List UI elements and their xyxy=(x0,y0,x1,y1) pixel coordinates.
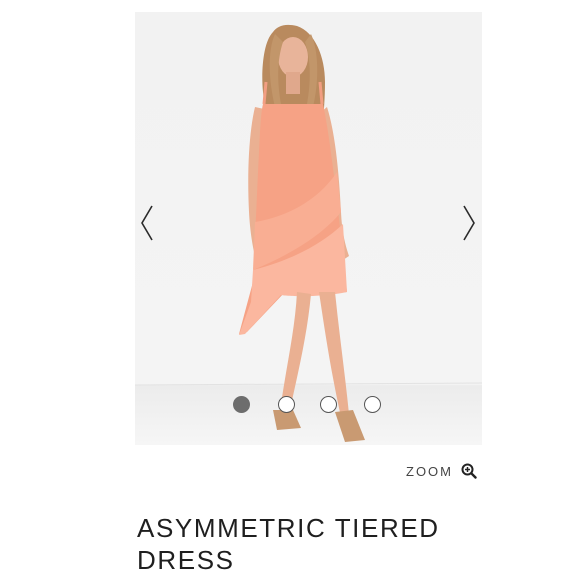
carousel-dot-1[interactable] xyxy=(233,396,250,413)
next-image-button[interactable] xyxy=(454,198,484,248)
chevron-left-icon xyxy=(141,205,153,241)
carousel-dot-3[interactable] xyxy=(320,396,337,413)
carousel-dot-4[interactable] xyxy=(364,396,381,413)
zoom-label: ZOOM xyxy=(406,463,453,479)
carousel-dot-2[interactable] xyxy=(278,396,295,413)
product-title: ASYMMETRIC TIERED DRESS xyxy=(137,513,440,575)
zoom-in-icon xyxy=(461,463,477,479)
chevron-right-icon xyxy=(463,205,475,241)
previous-image-button[interactable] xyxy=(132,198,162,248)
product-photo xyxy=(135,24,482,442)
zoom-button[interactable]: ZOOM xyxy=(406,461,477,481)
product-image[interactable] xyxy=(135,12,482,445)
